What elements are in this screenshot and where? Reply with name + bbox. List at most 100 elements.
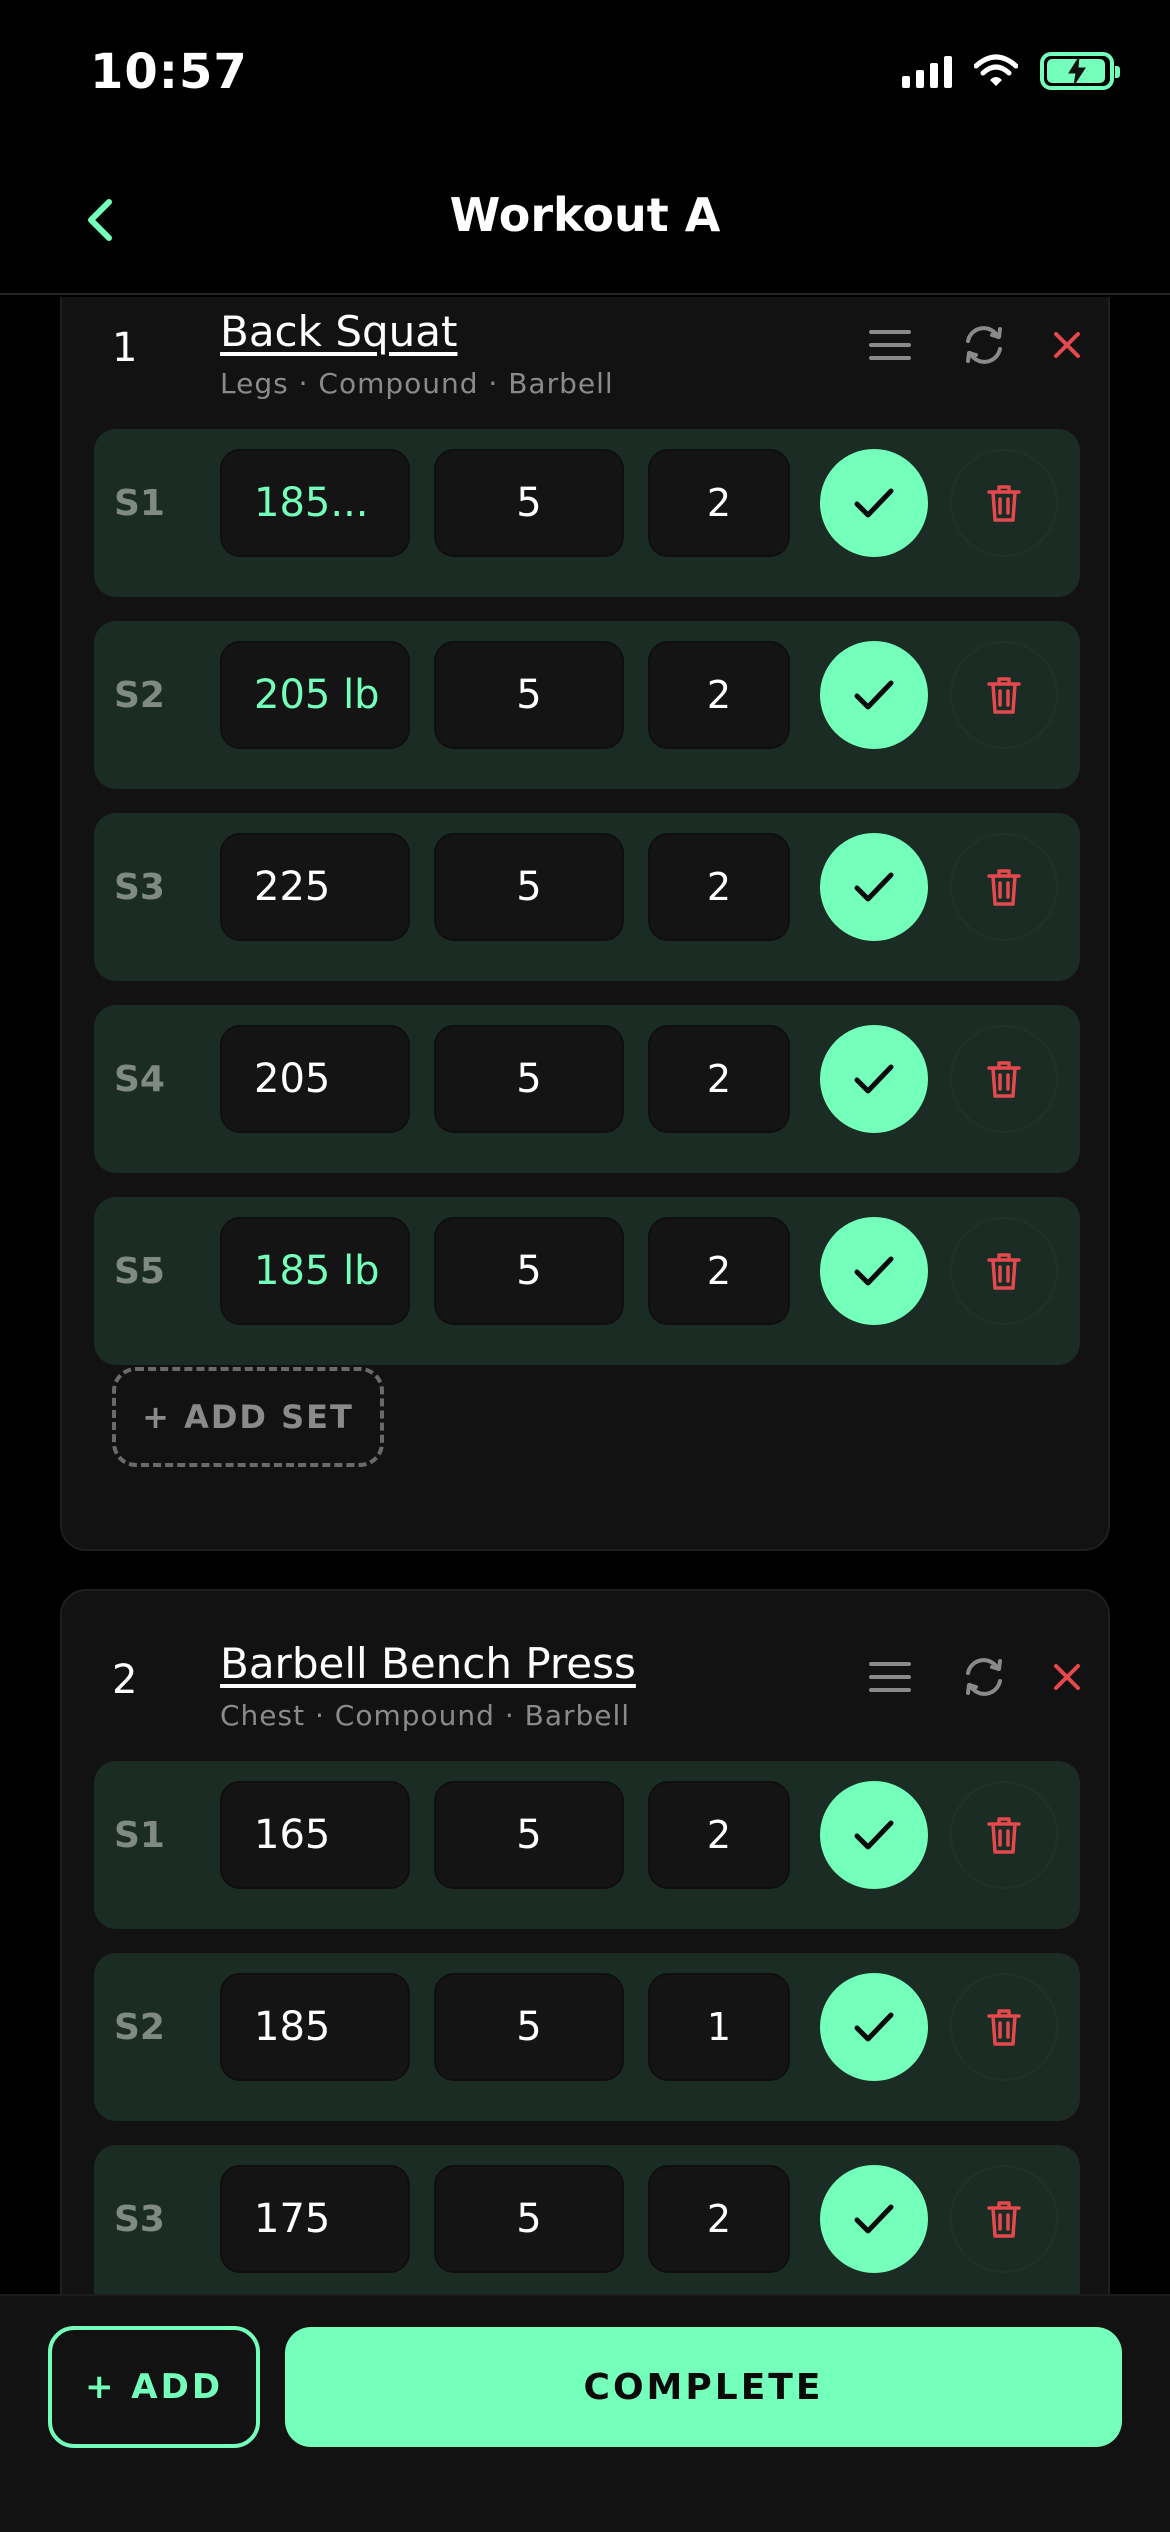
trash-icon xyxy=(987,677,1021,714)
exercise-tools xyxy=(862,1649,1084,1705)
set-label: S2 xyxy=(114,2007,165,2048)
reps-input[interactable]: 5 xyxy=(434,1217,624,1325)
close-icon xyxy=(1054,1664,1080,1690)
delete-set-button[interactable] xyxy=(950,1025,1058,1133)
cellular-signal-icon xyxy=(902,54,952,88)
exercise-meta: Chest · Compound · Barbell xyxy=(220,1699,631,1732)
weight-input[interactable]: 185... xyxy=(220,449,410,557)
nav-header: Workout A xyxy=(0,150,1170,295)
remove-exercise-button[interactable] xyxy=(1050,317,1084,373)
set-label: S3 xyxy=(114,867,165,908)
set-row: S2 185 5 1 xyxy=(94,1953,1080,2121)
check-icon xyxy=(854,1820,894,1850)
check-icon xyxy=(854,2012,894,2042)
complete-set-button[interactable] xyxy=(820,1973,928,2081)
rir-input[interactable]: 2 xyxy=(648,449,790,557)
exercise-name-link[interactable]: Back Squat xyxy=(220,307,457,356)
complete-set-button[interactable] xyxy=(820,449,928,557)
reorder-button[interactable] xyxy=(862,317,918,373)
trash-icon xyxy=(987,2009,1021,2046)
add-exercise-button[interactable]: + ADD xyxy=(48,2326,260,2448)
trash-icon xyxy=(987,1817,1021,1854)
complete-set-button[interactable] xyxy=(820,1217,928,1325)
trash-icon xyxy=(987,869,1021,906)
reps-input[interactable]: 5 xyxy=(434,641,624,749)
set-label: S5 xyxy=(114,1251,165,1292)
set-label: S2 xyxy=(114,675,165,716)
check-icon xyxy=(854,2204,894,2234)
weight-input[interactable]: 205 lb xyxy=(220,641,410,749)
weight-input[interactable]: 225 xyxy=(220,833,410,941)
complete-set-button[interactable] xyxy=(820,1781,928,1889)
rir-input[interactable]: 2 xyxy=(648,1781,790,1889)
close-icon xyxy=(1054,332,1080,358)
reps-input[interactable]: 5 xyxy=(434,1781,624,1889)
set-label: S4 xyxy=(114,1059,165,1100)
weight-input[interactable]: 205 xyxy=(220,1025,410,1133)
weight-input[interactable]: 185 xyxy=(220,1973,410,2081)
exercise-name-link[interactable]: Barbell Bench Press xyxy=(220,1639,636,1688)
trash-icon xyxy=(987,2201,1021,2238)
exercise-card: 2 Barbell Bench Press Chest · Compound ·… xyxy=(60,1589,1110,2294)
set-row: S5 185 lb 5 2 xyxy=(94,1197,1080,1365)
exercise-tools xyxy=(862,317,1084,373)
add-set-button[interactable]: + ADD SET xyxy=(112,1367,384,1467)
complete-set-button[interactable] xyxy=(820,1025,928,1133)
complete-workout-button[interactable]: COMPLETE xyxy=(285,2327,1122,2447)
refresh-icon xyxy=(966,326,1002,364)
set-row: S3 225 5 2 xyxy=(94,813,1080,981)
reps-input[interactable]: 5 xyxy=(434,449,624,557)
exercise-meta: Legs · Compound · Barbell xyxy=(220,367,614,400)
set-row: S2 205 lb 5 2 xyxy=(94,621,1080,789)
complete-set-button[interactable] xyxy=(820,641,928,749)
exercise-list[interactable]: 1 Back Squat Legs · Compound · Barbell S… xyxy=(0,297,1170,2294)
reps-input[interactable]: 5 xyxy=(434,1025,624,1133)
refresh-icon xyxy=(966,1658,1002,1696)
set-label: S1 xyxy=(114,1815,165,1856)
set-row: S1 185... 5 2 xyxy=(94,429,1080,597)
set-row: S4 205 5 2 xyxy=(94,1005,1080,1173)
reps-input[interactable]: 5 xyxy=(434,2165,624,2273)
weight-input[interactable]: 185 lb xyxy=(220,1217,410,1325)
status-icons xyxy=(902,52,1120,90)
delete-set-button[interactable] xyxy=(950,1973,1058,2081)
rir-input[interactable]: 1 xyxy=(648,1973,790,2081)
rir-input[interactable]: 2 xyxy=(648,1217,790,1325)
weight-input[interactable]: 175 xyxy=(220,2165,410,2273)
reorder-button[interactable] xyxy=(862,1649,918,1705)
delete-set-button[interactable] xyxy=(950,1781,1058,1889)
check-icon xyxy=(854,680,894,710)
set-row: S3 175 5 2 xyxy=(94,2145,1080,2294)
set-label: S1 xyxy=(114,483,165,524)
trash-icon xyxy=(987,485,1021,522)
check-icon xyxy=(854,488,894,518)
check-icon xyxy=(854,1256,894,1286)
trash-icon xyxy=(987,1253,1021,1290)
rir-input[interactable]: 2 xyxy=(648,2165,790,2273)
weight-input[interactable]: 165 xyxy=(220,1781,410,1889)
complete-set-button[interactable] xyxy=(820,2165,928,2273)
set-label: S3 xyxy=(114,2199,165,2240)
status-bar: 10:57 xyxy=(0,0,1170,150)
delete-set-button[interactable] xyxy=(950,2165,1058,2273)
delete-set-button[interactable] xyxy=(950,641,1058,749)
battery-charging-icon xyxy=(1040,52,1120,90)
exercise-number: 1 xyxy=(112,325,138,371)
rir-input[interactable]: 2 xyxy=(648,641,790,749)
reps-input[interactable]: 5 xyxy=(434,1973,624,2081)
rir-input[interactable]: 2 xyxy=(648,1025,790,1133)
remove-exercise-button[interactable] xyxy=(1050,1649,1084,1705)
check-icon xyxy=(854,872,894,902)
rir-input[interactable]: 2 xyxy=(648,833,790,941)
swap-exercise-button[interactable] xyxy=(956,1649,1012,1705)
delete-set-button[interactable] xyxy=(950,1217,1058,1325)
wifi-icon xyxy=(974,54,1018,86)
bottom-action-bar: + ADD COMPLETE xyxy=(0,2294,1170,2532)
drag-handle-icon xyxy=(869,1662,911,1692)
reps-input[interactable]: 5 xyxy=(434,833,624,941)
delete-set-button[interactable] xyxy=(950,833,1058,941)
complete-set-button[interactable] xyxy=(820,833,928,941)
delete-set-button[interactable] xyxy=(950,449,1058,557)
swap-exercise-button[interactable] xyxy=(956,317,1012,373)
check-icon xyxy=(854,1064,894,1094)
